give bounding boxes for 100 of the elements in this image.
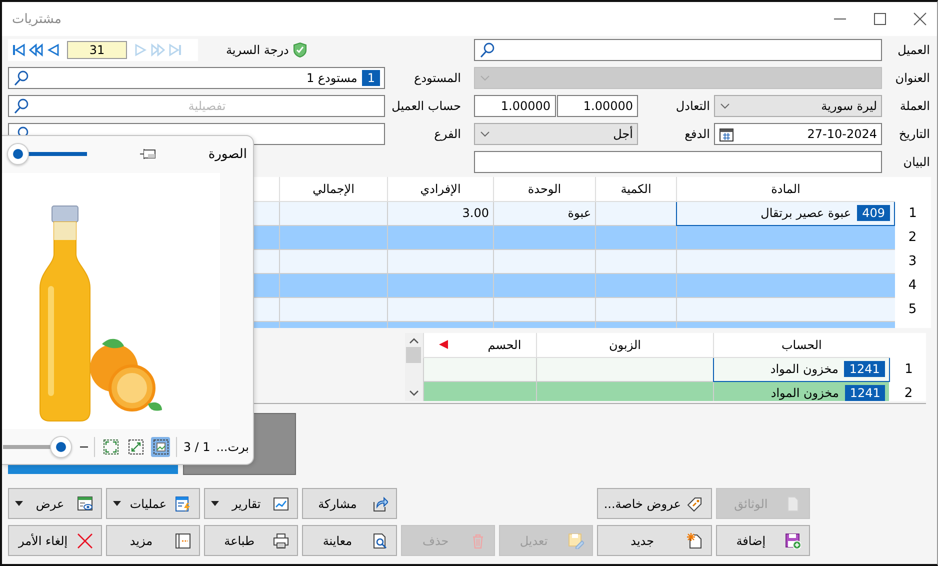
close-icon[interactable]: [913, 12, 927, 26]
dropdown-arrow-icon: [113, 501, 122, 506]
field-label: التعادل: [674, 98, 710, 115]
field-value: مستودع 1: [306, 71, 358, 85]
scrollbar[interactable]: [405, 333, 423, 401]
dropdown-field[interactable]: أجل: [474, 123, 638, 145]
search-icon[interactable]: [479, 42, 495, 58]
column-header[interactable]: الوحدة: [494, 177, 596, 201]
code-badge: 409: [857, 205, 890, 221]
price-tag-icon: [686, 496, 703, 512]
lightning-form-icon: [175, 496, 192, 512]
chart-icon: [273, 496, 290, 512]
triangle-marker-icon: [438, 340, 448, 350]
shield-check-icon: [292, 42, 307, 58]
expand-icon: [128, 438, 144, 454]
maximize-icon[interactable]: [873, 12, 887, 26]
column-header[interactable]: الكمية: [596, 177, 676, 201]
column-header[interactable]: الإجمالي: [280, 177, 388, 201]
calendar-icon[interactable]: [719, 126, 734, 142]
scrollbar-thumb[interactable]: [406, 347, 422, 363]
search-icon[interactable]: [13, 98, 29, 114]
table-cell[interactable]: [676, 273, 894, 297]
slider-thumb[interactable]: [7, 143, 30, 165]
number-field[interactable]: 1.00000: [474, 95, 556, 117]
field-placeholder: تفصيلية: [187, 99, 227, 113]
column-header[interactable]: الحسم: [488, 338, 522, 352]
cell-text: عبوة عصير برتقال: [760, 206, 852, 220]
field-value: 27-10-2024: [807, 127, 877, 141]
action-button[interactable]: معاينة: [302, 525, 397, 556]
field-label: التاريخ: [898, 126, 930, 143]
chevron-down-icon[interactable]: [408, 390, 419, 397]
table-cell[interactable]: [676, 297, 894, 321]
cell-text: 3.00: [462, 206, 489, 220]
code-badge: 1241: [844, 361, 885, 377]
panel-title: الصورة: [208, 146, 247, 162]
share-icon: [372, 496, 388, 512]
dropdown-field[interactable]: ليرة سورية: [714, 95, 882, 117]
text-field[interactable]: [474, 151, 882, 173]
action-button[interactable]: مزيد: [106, 525, 200, 556]
field-label: العنوان: [894, 70, 930, 87]
action-button[interactable]: عروض خاصة...: [596, 488, 712, 519]
field-label: حساب العميل: [390, 99, 462, 113]
action-button[interactable]: تقارير: [204, 488, 298, 519]
field-label: العميل: [896, 42, 930, 59]
printer-icon: [273, 532, 290, 548]
view-mode-button[interactable]: [101, 436, 120, 456]
action-button[interactable]: طباعة: [204, 525, 298, 556]
view-mode-button[interactable]: [151, 436, 170, 456]
window-title: مشتريات: [12, 12, 62, 26]
action-button[interactable]: مشاركة: [302, 488, 397, 519]
new-document-icon: [686, 532, 703, 548]
cancel-icon: [77, 532, 94, 548]
edit-icon: [568, 532, 584, 548]
code-badge: 1: [362, 70, 380, 86]
action-button[interactable]: إلغاء الأمر: [8, 525, 102, 556]
record-number-field[interactable]: 31: [67, 41, 127, 59]
cell-text: مخزون المواد: [770, 362, 838, 376]
view-mode-button[interactable]: [126, 436, 146, 456]
action-button[interactable]: إضافة: [716, 525, 810, 556]
column-header[interactable]: الحساب: [713, 333, 890, 357]
number-field[interactable]: 1.00000: [556, 95, 638, 117]
fit-screen-icon: [102, 438, 119, 454]
search-icon[interactable]: [13, 70, 29, 86]
dotted-panel-icon: [175, 532, 192, 548]
cell-text: عبوة: [568, 206, 591, 220]
field-label: المستودع: [413, 71, 462, 85]
field-label: الفرع: [433, 127, 462, 141]
code-badge: 1241: [844, 385, 886, 401]
action-button[interactable]: عرض: [8, 488, 102, 519]
security-label: درجة السرية: [226, 43, 289, 57]
dropdown-arrow-icon: [211, 501, 220, 506]
column-header[interactable]: الإفرادي: [388, 177, 494, 201]
fast-back-icon[interactable]: [29, 43, 43, 57]
column-header[interactable]: المادة: [676, 177, 894, 201]
dropdown-arrow-icon: [15, 501, 23, 506]
field-value: أجل: [613, 127, 633, 141]
slider[interactable]: [8, 143, 88, 165]
chevron-up-icon[interactable]: [408, 337, 419, 344]
date-field[interactable]: 27-10-2024: [714, 123, 882, 145]
image-counter: 1 / 3: [183, 440, 210, 454]
table-cell[interactable]: [676, 249, 894, 273]
field-label: العملة: [898, 98, 930, 115]
save-plus-icon: [785, 532, 801, 548]
cell-text: مخزون المواد: [770, 386, 839, 400]
table-cell[interactable]: [676, 225, 894, 249]
pin-icon[interactable]: [139, 147, 158, 161]
previous-icon[interactable]: [46, 43, 60, 57]
slider[interactable]: [2, 436, 72, 458]
column-header[interactable]: الزبون: [536, 333, 714, 357]
image-caption: برت...: [216, 440, 249, 454]
field-label: الدفع: [684, 126, 710, 143]
magnifier-document-icon: [372, 532, 388, 548]
first-record-icon[interactable]: [12, 43, 26, 57]
action-button[interactable]: جديد: [596, 525, 712, 556]
picture-icon: [152, 438, 169, 454]
action-button[interactable]: عمليات: [106, 488, 200, 519]
field-label: البيان: [902, 154, 930, 171]
lookup-field[interactable]: [474, 39, 882, 61]
slider-thumb[interactable]: [50, 436, 72, 458]
field-value: ليرة سورية: [821, 99, 877, 113]
